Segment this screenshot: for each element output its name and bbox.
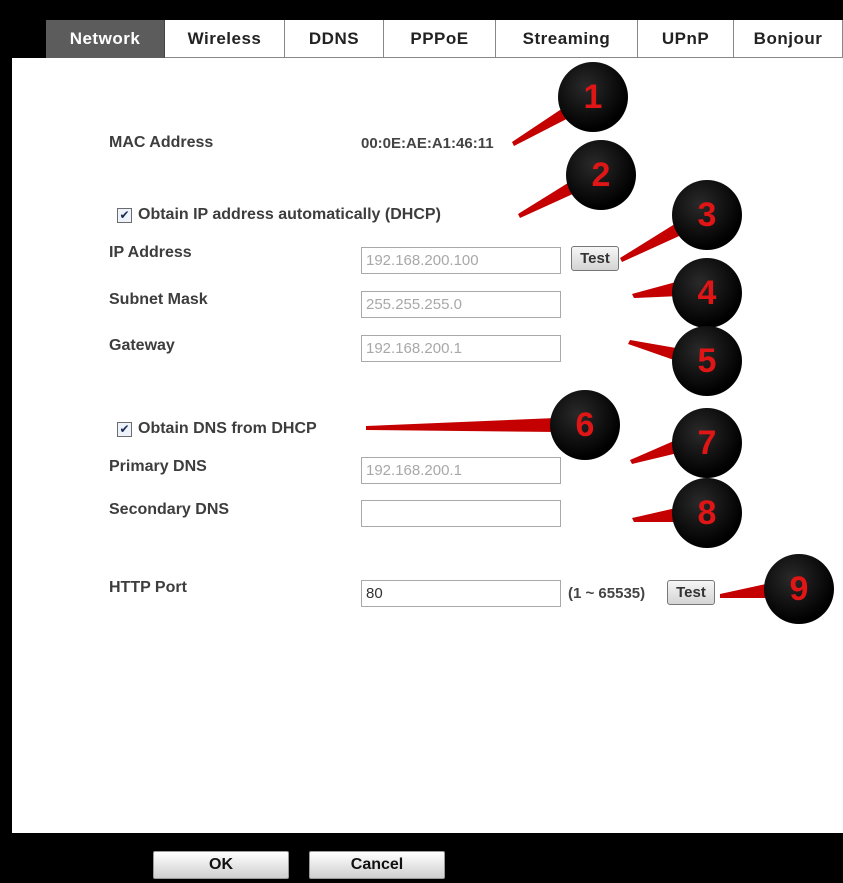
http-port-range: (1 ~ 65535) (568, 585, 646, 602)
ok-button[interactable]: OK (153, 851, 289, 879)
gateway-input[interactable] (361, 335, 561, 362)
callout-4: 4 (672, 258, 742, 328)
primary-dns-input[interactable] (361, 457, 561, 484)
callout-5: 5 (672, 326, 742, 396)
mac-address-value: 00:0E:AE:A1:46:11 (361, 135, 494, 152)
mac-address-label: MAC Address (109, 134, 214, 151)
ip-test-button[interactable]: Test (571, 246, 619, 271)
callout-9: 9 (764, 554, 834, 624)
subnet-mask-label: Subnet Mask (109, 291, 208, 308)
http-port-input[interactable] (361, 580, 561, 607)
secondary-dns-input[interactable] (361, 500, 561, 527)
tab-ddns[interactable]: DDNS (285, 20, 384, 58)
secondary-dns-label: Secondary DNS (109, 501, 230, 518)
dhcp-dns-label: Obtain DNS from DHCP (138, 420, 317, 437)
tab-network[interactable]: Network (46, 20, 165, 58)
tab-upnp[interactable]: UPnP (638, 20, 734, 58)
tab-bonjour[interactable]: Bonjour (734, 20, 843, 58)
callout-1: 1 (558, 62, 628, 132)
ip-address-label: IP Address (109, 244, 192, 261)
http-port-test-button[interactable]: Test (667, 580, 715, 605)
http-port-label: HTTP Port (109, 579, 187, 596)
dhcp-ip-label: Obtain IP address automatically (DHCP) (138, 206, 441, 223)
cancel-button[interactable]: Cancel (309, 851, 445, 879)
gateway-label: Gateway (109, 337, 175, 354)
tab-streaming[interactable]: Streaming (496, 20, 638, 58)
window-frame-left (0, 0, 12, 883)
callout-2: 2 (566, 140, 636, 210)
ip-address-input[interactable] (361, 247, 561, 274)
tab-pppoe[interactable]: PPPoE (384, 20, 496, 58)
callout-6: 6 (550, 390, 620, 460)
tab-bar-spacer (12, 20, 46, 58)
window-frame-top (0, 0, 843, 20)
dhcp-ip-option[interactable]: ✔ Obtain IP address automatically (DHCP) (117, 206, 441, 224)
dhcp-dns-option[interactable]: ✔ Obtain DNS from DHCP (117, 420, 317, 438)
subnet-mask-input[interactable] (361, 291, 561, 318)
callout-7: 7 (672, 408, 742, 478)
callout-8: 8 (672, 478, 742, 548)
callout-3: 3 (672, 180, 742, 250)
primary-dns-label: Primary DNS (109, 458, 207, 475)
tab-wireless[interactable]: Wireless (165, 20, 285, 58)
dhcp-ip-checkbox[interactable]: ✔ (117, 207, 132, 223)
dhcp-dns-checkbox[interactable]: ✔ (117, 421, 132, 437)
